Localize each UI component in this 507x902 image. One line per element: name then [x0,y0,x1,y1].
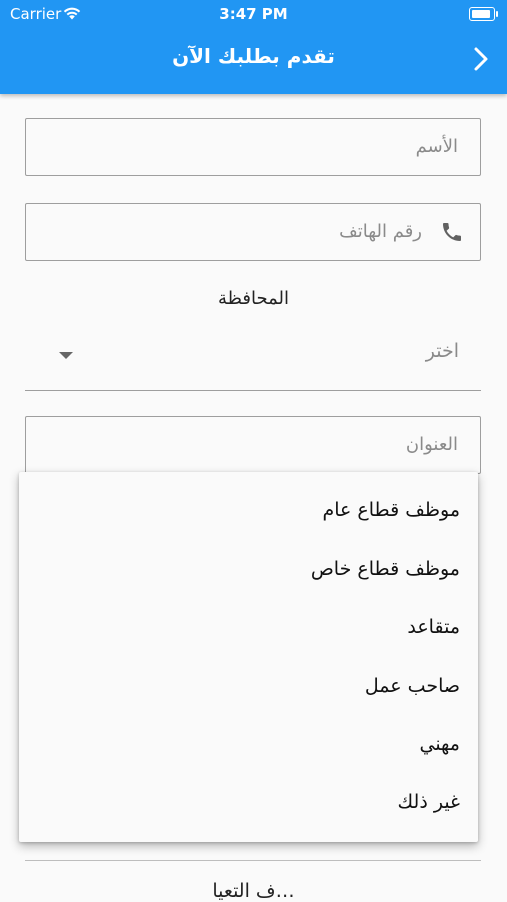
chevron-right-icon[interactable] [470,44,492,74]
divider [25,860,481,861]
governorate-label: المحافظة [217,288,289,309]
battery-icon [469,7,498,21]
job-type-menu: موظف قطاع عام موظف قطاع خاص متقاعد صاحب … [19,472,478,842]
app-bar: Carrier 3:47 PM تقدم بطلبك الآن [0,0,507,94]
menu-item-professional[interactable]: مهني [419,724,460,764]
phone-field[interactable]: رقم الهاتف [25,203,481,261]
status-bar: Carrier 3:47 PM [0,0,507,28]
address-field[interactable]: العنوان [25,416,481,474]
name-field[interactable]: الأسم [25,118,481,176]
phone-placeholder: رقم الهاتف [339,221,422,242]
menu-item-other[interactable]: غير ذلك [398,782,460,822]
clock: 3:47 PM [219,5,288,23]
menu-item-private-employee[interactable]: موظف قطاع خاص [311,549,460,589]
dropdown-arrow-icon [59,352,73,359]
menu-item-business-owner[interactable]: صاحب عمل [365,666,460,706]
next-section-label: …ف التعيا [212,880,295,902]
name-placeholder: الأسم [415,136,458,157]
menu-item-retired[interactable]: متقاعد [407,607,460,647]
menu-item-public-employee[interactable]: موظف قطاع عام [322,490,460,530]
phone-icon [443,223,461,241]
governorate-value: اختر [425,340,459,362]
governorate-select[interactable]: اختر [25,330,481,391]
address-placeholder: العنوان [405,434,458,455]
page-title: تقدم بطلبك الآن [172,44,335,68]
